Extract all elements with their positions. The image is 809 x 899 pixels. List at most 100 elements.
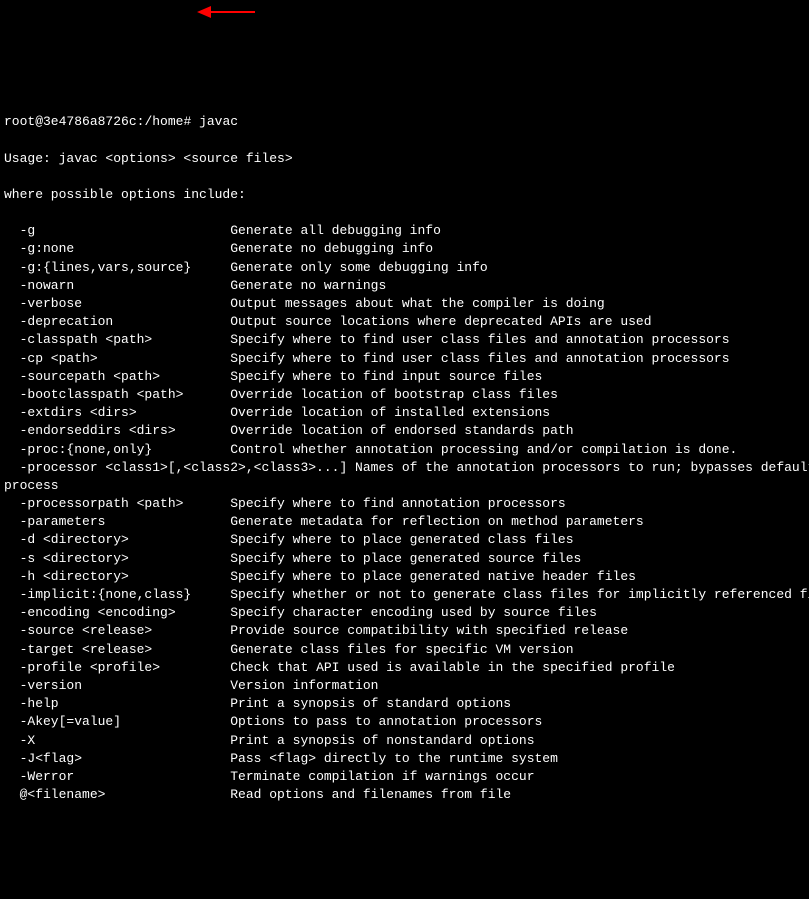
option-desc: Generate only some debugging info [230,260,487,275]
option-flag: -X [4,732,230,750]
option-flag: -deprecation [4,313,230,331]
option-line: -implicit:{none,class} Specify whether o… [4,586,805,604]
option-desc: Override location of bootstrap class fil… [230,387,558,402]
option-desc: Generate no warnings [230,278,386,293]
option-flag: -J<flag> [4,750,230,768]
option-desc: Generate no debugging info [230,241,433,256]
option-flag: -g:none [4,240,230,258]
option-desc: Check that API used is available in the … [230,660,675,675]
option-flag: -classpath <path> [4,331,230,349]
option-flag: -g [4,222,230,240]
option-line: -verbose Output messages about what the … [4,295,805,313]
option-desc: Specify character encoding used by sourc… [230,605,597,620]
option-line: -sourcepath <path> Specify where to find… [4,368,805,386]
option-desc: Generate metadata for reflection on meth… [230,514,643,529]
option-line: -target <release> Generate class files f… [4,641,805,659]
arrow-line-icon [210,11,255,13]
option-desc: Specify whether or not to generate class… [230,587,809,602]
option-flag: -nowarn [4,277,230,295]
option-desc: Print a synopsis of nonstandard options [230,733,534,748]
option-desc: Specify where to find user class files a… [230,351,729,366]
option-line: -g:none Generate no debugging info [4,240,805,258]
option-line: -Akey[=value] Options to pass to annotat… [4,713,805,731]
where-line: where possible options include: [4,186,805,204]
option-flag: -profile <profile> [4,659,230,677]
option-line: -version Version information [4,677,805,695]
option-desc: Provide source compatibility with specif… [230,623,628,638]
option-desc: Generate class files for specific VM ver… [230,642,573,657]
option-flag: -encoding <encoding> [4,604,230,622]
option-desc: Specify where to find user class files a… [230,332,729,347]
option-flag: @<filename> [4,786,230,804]
option-flag: -parameters [4,513,230,531]
option-flag: -sourcepath <path> [4,368,230,386]
option-line: -h <directory> Specify where to place ge… [4,568,805,586]
option-line: -classpath <path> Specify where to find … [4,331,805,349]
option-flag: -processor <class1>[,<class2>,<class3>..… [4,459,809,477]
option-desc: Print a synopsis of standard options [230,696,511,711]
option-flag: -implicit:{none,class} [4,586,230,604]
option-line: @<filename> Read options and filenames f… [4,786,805,804]
option-desc: Output source locations where deprecated… [230,314,651,329]
option-desc: Specify where to place generated native … [230,569,636,584]
option-flag: -source <release> [4,622,230,640]
prompt-line[interactable]: root@3e4786a8726c:/home# javac [4,113,805,131]
option-flag: -extdirs <dirs> [4,404,230,422]
option-line: -help Print a synopsis of standard optio… [4,695,805,713]
option-line: -s <directory> Specify where to place ge… [4,550,805,568]
option-flag: process [4,477,59,495]
option-line: -Werror Terminate compilation if warning… [4,768,805,786]
option-line: -J<flag> Pass <flag> directly to the run… [4,750,805,768]
option-desc: Generate all debugging info [230,223,441,238]
prompt-user: root@3e4786a8726c [4,114,137,129]
options-list: -g Generate all debugging info -g:none G… [4,222,805,804]
option-line: -g:{lines,vars,source} Generate only som… [4,259,805,277]
option-desc: Override location of installed extension… [230,405,550,420]
option-flag: -d <directory> [4,531,230,549]
option-flag: -version [4,677,230,695]
option-flag: -proc:{none,only} [4,441,230,459]
option-line: -cp <path> Specify where to find user cl… [4,350,805,368]
usage-line: Usage: javac <options> <source files> [4,150,805,168]
option-flag: -h <directory> [4,568,230,586]
option-flag: -g:{lines,vars,source} [4,259,230,277]
option-line: -X Print a synopsis of nonstandard optio… [4,732,805,750]
option-line: -nowarn Generate no warnings [4,277,805,295]
option-desc: Pass <flag> directly to the runtime syst… [230,751,558,766]
option-line: -encoding <encoding> Specify character e… [4,604,805,622]
option-line: -processor <class1>[,<class2>,<class3>..… [4,459,805,477]
option-desc: Terminate compilation if warnings occur [230,769,534,784]
option-line: -parameters Generate metadata for reflec… [4,513,805,531]
option-desc: Specify where to place generated source … [230,551,581,566]
option-flag: -processorpath <path> [4,495,230,513]
command-text: javac [199,114,238,129]
option-desc: Specify where to find annotation process… [230,496,565,511]
option-line: process [4,477,805,495]
option-line: -d <directory> Specify where to place ge… [4,531,805,549]
option-line: -deprecation Output source locations whe… [4,313,805,331]
option-flag: -target <release> [4,641,230,659]
option-flag: -help [4,695,230,713]
option-line: -source <release> Provide source compati… [4,622,805,640]
option-desc: Specify where to find input source files [230,369,542,384]
option-line: -bootclasspath <path> Override location … [4,386,805,404]
option-desc: Read options and filenames from file [230,787,511,802]
option-flag: -s <directory> [4,550,230,568]
option-flag: -bootclasspath <path> [4,386,230,404]
prompt-path: /home [144,114,183,129]
option-desc: Control whether annotation processing an… [230,442,737,457]
option-desc: Version information [230,678,378,693]
option-flag: -Akey[=value] [4,713,230,731]
option-desc: Options to pass to annotation processors [230,714,542,729]
option-desc: Override location of endorsed standards … [230,423,573,438]
option-line: -processorpath <path> Specify where to f… [4,495,805,513]
option-flag: -verbose [4,295,230,313]
prompt-symbol: # [183,114,191,129]
option-flag: -endorseddirs <dirs> [4,422,230,440]
arrow-head-icon [197,6,211,18]
option-line: -extdirs <dirs> Override location of ins… [4,404,805,422]
option-line: -g Generate all debugging info [4,222,805,240]
option-desc: Specify where to place generated class f… [230,532,573,547]
option-desc: Output messages about what the compiler … [230,296,604,311]
option-line: -profile <profile> Check that API used i… [4,659,805,677]
